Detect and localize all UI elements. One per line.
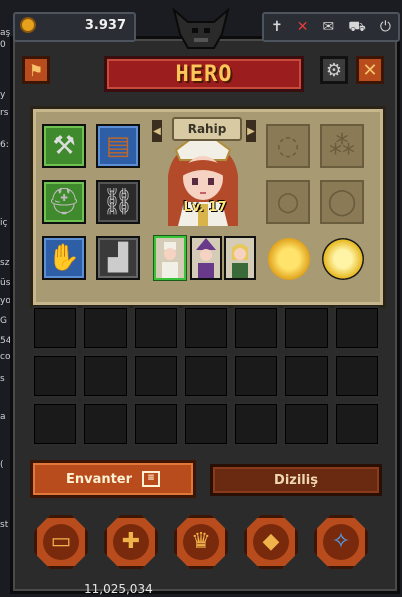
inventory-slot[interactable] bbox=[32, 402, 79, 446]
chainmail-helmet-icon: ⛑ bbox=[47, 187, 81, 217]
inventory-grid bbox=[32, 306, 380, 446]
armor-slot[interactable]: ⛓ bbox=[96, 180, 140, 224]
boots-icon: ▟ bbox=[108, 243, 128, 273]
tab-formation-label: Diziliş bbox=[274, 472, 318, 488]
inventory-slot[interactable] bbox=[132, 402, 179, 446]
chevron-right-icon: ▶ bbox=[247, 125, 255, 137]
inventory-slot[interactable] bbox=[182, 354, 230, 398]
shop-sign-icon: ⚑ bbox=[28, 60, 44, 80]
inventory-slot[interactable] bbox=[182, 306, 230, 350]
list-icon: ≡ bbox=[142, 471, 161, 487]
leather-gloves-icon: ✋ bbox=[47, 243, 81, 273]
dark-gem-icon[interactable] bbox=[322, 238, 364, 280]
footer-value: 11,025,034 bbox=[84, 582, 153, 596]
close-icon: ✕ bbox=[362, 59, 378, 81]
settings-button[interactable]: ⚙ bbox=[320, 56, 348, 84]
gold-gem-icon[interactable] bbox=[268, 238, 310, 280]
hero-menu-button[interactable]: ⚑ bbox=[22, 56, 50, 84]
chainmail-armor-icon: ⛓ bbox=[101, 187, 135, 217]
spellbook-icon: ▤ bbox=[105, 131, 131, 161]
witch-portrait-icon bbox=[192, 238, 220, 278]
mute-icon[interactable]: ✕ bbox=[297, 20, 309, 34]
system-bar: ✝ ✕ ✉ ⛟ ⏻ bbox=[262, 12, 400, 42]
inventory-slot[interactable] bbox=[32, 354, 79, 398]
inventory-slot[interactable] bbox=[283, 402, 330, 446]
inventory-slot[interactable] bbox=[283, 354, 330, 398]
box-icon: ◆ bbox=[262, 529, 280, 554]
blonde-hero-portrait-icon bbox=[226, 238, 254, 278]
crystal-icon: ✧ bbox=[331, 529, 351, 554]
close-button[interactable]: ✕ bbox=[356, 56, 384, 84]
inventory-slot[interactable] bbox=[333, 306, 380, 350]
inventory-slot[interactable] bbox=[132, 306, 179, 350]
bracelet-slot-icon: ◯ bbox=[327, 187, 357, 217]
inventory-slot[interactable] bbox=[333, 354, 380, 398]
earring-slot[interactable]: ⁂ bbox=[320, 124, 364, 168]
prev-hero-button[interactable]: ◀ bbox=[152, 120, 162, 142]
ring-slot[interactable]: ○ bbox=[266, 180, 310, 224]
offhand-slot[interactable]: ▤ bbox=[96, 124, 140, 168]
gloves-slot[interactable]: ✋ bbox=[42, 236, 86, 280]
next-hero-button[interactable]: ▶ bbox=[246, 120, 256, 142]
inventory-slot[interactable] bbox=[333, 402, 380, 446]
bracelet-slot[interactable]: ◯ bbox=[320, 180, 364, 224]
priest-portrait-icon bbox=[156, 238, 184, 278]
cart-icon[interactable]: ⛟ bbox=[348, 20, 366, 34]
necklace-slot[interactable]: ◌ bbox=[266, 124, 310, 168]
inventory-slot[interactable] bbox=[283, 306, 330, 350]
gear-icon: ⚙ bbox=[325, 59, 343, 81]
tab-inventory-label: Envanter bbox=[65, 471, 133, 487]
chevron-left-icon: ◀ bbox=[153, 125, 161, 137]
inventory-slot[interactable] bbox=[82, 354, 129, 398]
party-member-blonde[interactable] bbox=[224, 236, 256, 280]
party-member-priest[interactable] bbox=[154, 236, 186, 280]
earring-slot-icon: ⁂ bbox=[329, 131, 355, 161]
window-title: HERO bbox=[104, 56, 304, 92]
inventory-slot[interactable] bbox=[233, 402, 280, 446]
weapon-slot[interactable]: ⚒ bbox=[42, 124, 86, 168]
tab-formation[interactable]: Diziliş bbox=[210, 464, 382, 496]
gold-counter: 3.937 bbox=[13, 12, 136, 42]
power-icon[interactable]: ⏻ bbox=[380, 20, 391, 34]
ring-slot-icon: ○ bbox=[276, 187, 300, 217]
inventory-slot[interactable] bbox=[82, 402, 129, 446]
inventory-slot[interactable] bbox=[182, 402, 230, 446]
tab-inventory[interactable]: Envanter ≡ bbox=[30, 460, 196, 498]
inventory-slot[interactable] bbox=[82, 306, 129, 350]
coin-icon bbox=[20, 17, 36, 33]
hero-level: Lv. 17 bbox=[183, 200, 227, 215]
helmet-slot[interactable]: ⛑ bbox=[42, 180, 86, 224]
title-text: HERO bbox=[175, 61, 233, 87]
boots-slot[interactable]: ▟ bbox=[96, 236, 140, 280]
crown-icon: ♛ bbox=[191, 529, 211, 554]
inventory-slot[interactable] bbox=[233, 306, 280, 350]
cross-icon: ✚ bbox=[121, 529, 141, 554]
party-member-witch[interactable] bbox=[190, 236, 222, 280]
inventory-slot[interactable] bbox=[32, 306, 79, 350]
chest-icon: ▭ bbox=[50, 529, 72, 554]
hero-name: Rahip bbox=[172, 117, 242, 141]
inventory-slot[interactable] bbox=[132, 354, 179, 398]
inventory-slot[interactable] bbox=[233, 354, 280, 398]
demon-ornament-icon bbox=[172, 7, 230, 49]
gold-amount: 3.937 bbox=[84, 18, 126, 33]
necklace-slot-icon: ◌ bbox=[276, 131, 300, 161]
mail-icon[interactable]: ✉ bbox=[323, 20, 335, 34]
sword-icon[interactable]: ✝ bbox=[271, 20, 283, 34]
mace-icon: ⚒ bbox=[52, 131, 76, 161]
